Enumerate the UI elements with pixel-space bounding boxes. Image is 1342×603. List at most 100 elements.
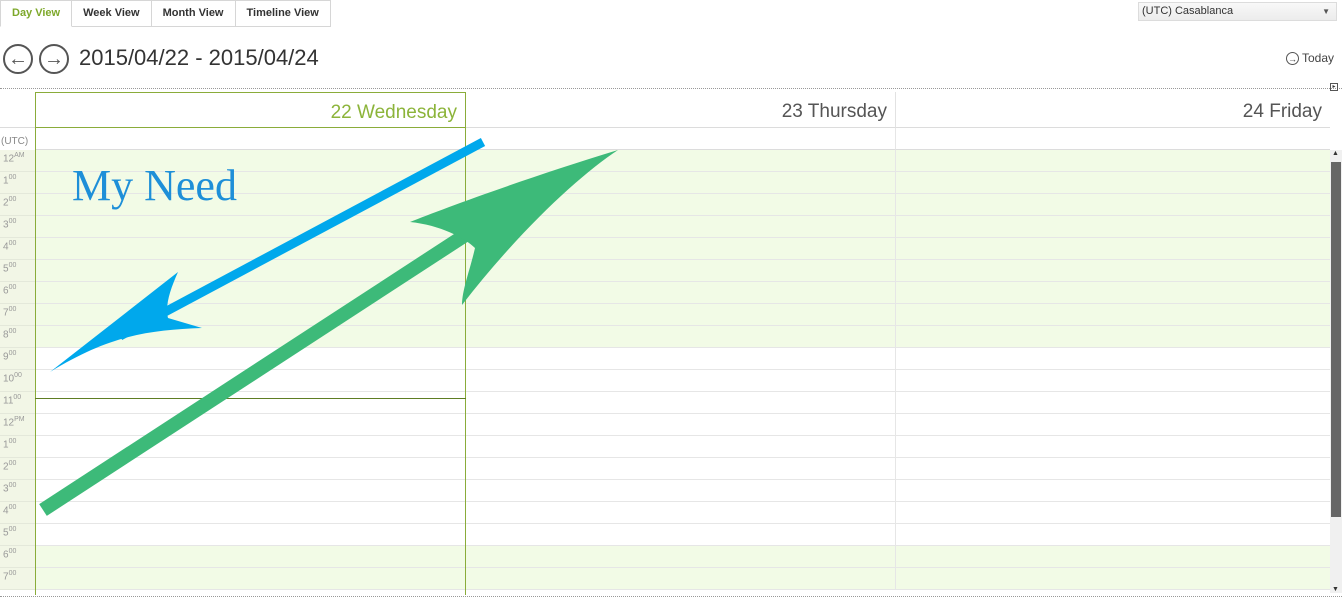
tab-week-view[interactable]: Week View (72, 0, 152, 27)
time-slot-cell[interactable] (35, 238, 466, 259)
time-slot-cell[interactable] (896, 216, 1330, 237)
time-slot-label: 1000 (0, 370, 35, 392)
next-button[interactable]: → (39, 44, 69, 74)
time-slot-cell[interactable] (466, 216, 896, 237)
time-row (35, 414, 1330, 436)
arrow-circle-right-icon: → (1286, 51, 1299, 65)
day-header-fri[interactable]: 24 Friday (896, 92, 1330, 128)
expand-icon[interactable]: ▸ (1330, 83, 1338, 91)
time-slot-cell[interactable] (896, 194, 1330, 215)
allday-cell[interactable] (466, 128, 896, 150)
prev-button[interactable]: ← (3, 44, 33, 74)
scroll-down-icon[interactable]: ▼ (1332, 586, 1339, 593)
time-slot-label: 600 (0, 546, 35, 568)
time-slot-cell[interactable] (35, 502, 466, 523)
hour-suffix: 00 (8, 438, 17, 445)
time-slot-cell[interactable] (466, 326, 896, 347)
time-slot-cell[interactable] (466, 414, 896, 435)
time-slot-cell[interactable] (896, 502, 1330, 523)
hour-suffix: 00 (8, 460, 17, 467)
time-slot-cell[interactable] (466, 436, 896, 457)
time-slot-cell[interactable] (35, 414, 466, 435)
time-slot-cell[interactable] (896, 436, 1330, 457)
time-slot-cell[interactable] (896, 282, 1330, 303)
time-slot-cell[interactable] (896, 150, 1330, 171)
time-slot-cell[interactable] (35, 524, 466, 545)
time-slot-cell[interactable] (466, 568, 896, 589)
time-slot-cell[interactable] (896, 480, 1330, 501)
time-slot-cell[interactable] (896, 458, 1330, 479)
time-row (35, 502, 1330, 524)
time-slot-cell[interactable] (35, 436, 466, 457)
tab-timeline-view[interactable]: Timeline View (235, 0, 331, 27)
time-row (35, 436, 1330, 458)
time-slot-cell[interactable] (896, 326, 1330, 347)
time-slot-cell[interactable] (35, 326, 466, 347)
time-slot-cell[interactable] (896, 370, 1330, 391)
time-slot-label: 300 (0, 480, 35, 502)
day-header-wed[interactable]: 22 Wednesday (35, 92, 466, 128)
hour-suffix: 00 (8, 570, 17, 577)
time-slot-label: 900 (0, 348, 35, 370)
time-slot-label: 600 (0, 282, 35, 304)
time-slot-cell[interactable] (896, 524, 1330, 545)
time-row (35, 458, 1330, 480)
hour-text: 12 (3, 417, 15, 429)
day-header-thu[interactable]: 23 Thursday (466, 92, 896, 128)
time-slot-cell[interactable] (466, 260, 896, 281)
time-slot-cell[interactable] (466, 194, 896, 215)
time-slot-cell[interactable] (35, 480, 466, 501)
time-slot-cell[interactable] (466, 348, 896, 369)
time-slot-cell[interactable] (466, 524, 896, 545)
time-slot-cell[interactable] (896, 238, 1330, 259)
time-row (35, 524, 1330, 546)
timezone-select[interactable]: (UTC) Casablanca ▼ (1138, 2, 1337, 21)
time-slot-cell[interactable] (896, 414, 1330, 435)
allday-cell[interactable] (35, 128, 466, 150)
hour-suffix: AM (14, 152, 25, 159)
time-slot-cell[interactable] (896, 568, 1330, 589)
time-slot-cell[interactable] (35, 282, 466, 303)
tab-day-view[interactable]: Day View (0, 0, 73, 27)
time-slot-cell[interactable] (35, 370, 466, 391)
view-tabs: Day View Week View Month View Timeline V… (0, 0, 331, 28)
time-slot-cell[interactable] (466, 172, 896, 193)
time-slot-cell[interactable] (35, 216, 466, 237)
time-slot-cell[interactable] (466, 546, 896, 567)
time-slot-cell[interactable] (896, 546, 1330, 567)
time-slot-cell[interactable] (35, 568, 466, 589)
allday-cell[interactable] (896, 128, 1330, 150)
time-slot-cell[interactable] (896, 172, 1330, 193)
vertical-scrollbar[interactable]: ▲ ▼ (1330, 150, 1342, 593)
time-slot-cell[interactable] (896, 392, 1330, 413)
tab-month-view[interactable]: Month View (151, 0, 236, 27)
divider (0, 596, 1342, 597)
time-slot-cell[interactable] (466, 370, 896, 391)
time-slot-label: 500 (0, 524, 35, 546)
time-slot-cell[interactable] (35, 348, 466, 369)
time-slot-cell[interactable] (896, 260, 1330, 281)
time-slot-cell[interactable] (35, 392, 466, 413)
time-slot-cell[interactable] (466, 238, 896, 259)
time-slot-cell[interactable] (35, 458, 466, 479)
time-slot-cell[interactable] (466, 392, 896, 413)
time-slot-cell[interactable] (466, 150, 896, 171)
hour-suffix: 00 (8, 284, 17, 291)
time-slot-cell[interactable] (466, 502, 896, 523)
arrow-right-icon: → (44, 47, 64, 70)
scroll-thumb[interactable] (1331, 162, 1341, 517)
time-slot-cell[interactable] (35, 260, 466, 281)
time-slot-cell[interactable] (896, 304, 1330, 325)
scroll-up-icon[interactable]: ▲ (1332, 150, 1339, 157)
time-slot-cell[interactable] (466, 458, 896, 479)
time-row (35, 546, 1330, 568)
time-slot-cell[interactable] (35, 546, 466, 567)
time-slot-cell[interactable] (466, 282, 896, 303)
time-slot-cell[interactable] (896, 348, 1330, 369)
time-slot-cell[interactable] (466, 304, 896, 325)
today-button[interactable]: → Today (1286, 51, 1334, 65)
time-slot-cell[interactable] (35, 304, 466, 325)
hour-suffix: 00 (8, 218, 17, 225)
time-slot-cell[interactable] (466, 480, 896, 501)
arrow-left-icon: ← (8, 47, 28, 70)
